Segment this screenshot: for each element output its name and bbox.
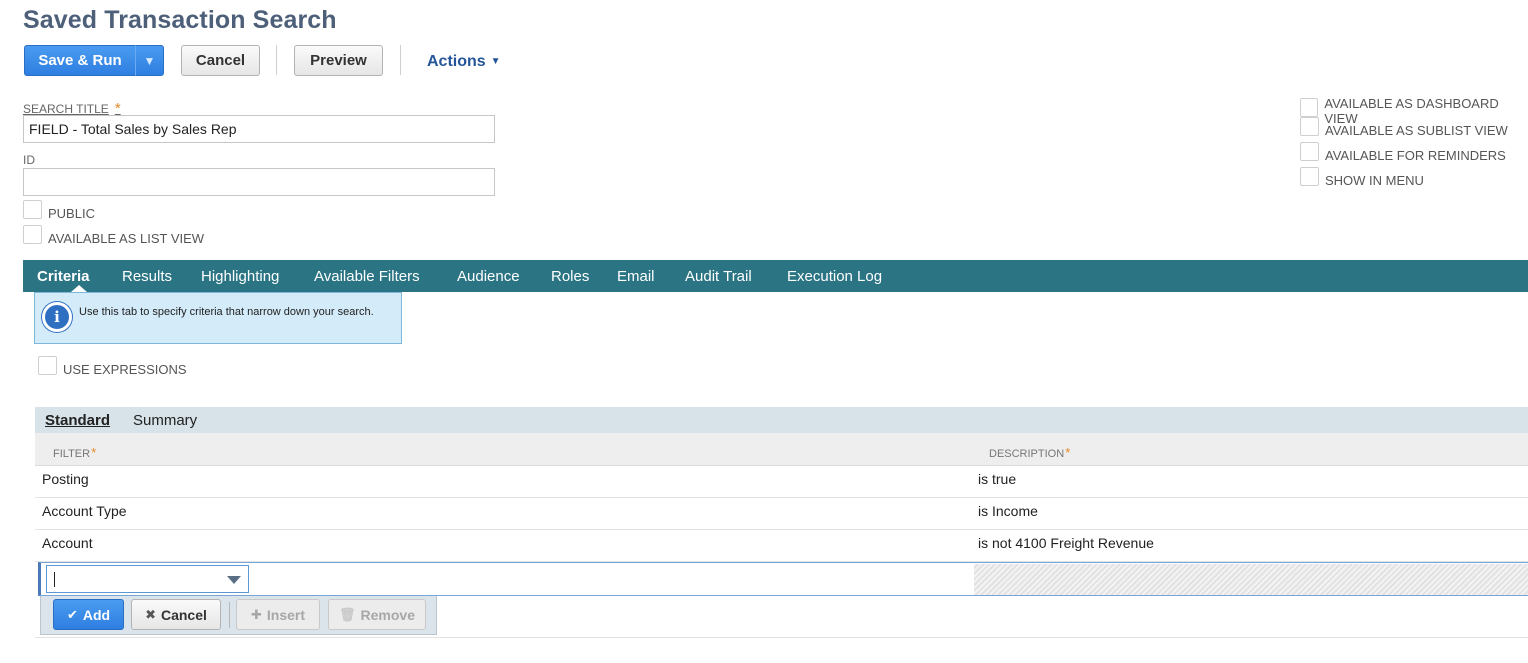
sublist-view-checkbox[interactable] — [1300, 117, 1319, 136]
id-input[interactable] — [23, 168, 495, 196]
caret-down-icon: ▼ — [490, 56, 501, 67]
toolbar-separator — [400, 45, 401, 75]
show-in-menu-checkbox[interactable] — [1300, 167, 1319, 186]
id-label: ID — [23, 153, 35, 167]
filter-column-header: FILTER* — [53, 445, 96, 460]
row-cancel-button[interactable]: ✖ Cancel — [131, 599, 221, 630]
tab-email[interactable]: Email — [617, 268, 655, 285]
checkmark-icon: ✔ — [66, 606, 78, 622]
tray-separator — [229, 602, 230, 628]
insert-button[interactable]: ✚ Insert — [236, 599, 320, 630]
reminders-checkbox-row[interactable]: AVAILABLE FOR REMINDERS — [1300, 142, 1506, 163]
description-column-header: DESCRIPTION* — [989, 445, 1070, 460]
tab-roles[interactable]: Roles — [551, 268, 589, 285]
filter-select[interactable] — [46, 565, 249, 593]
page-title: Saved Transaction Search — [23, 6, 337, 34]
plus-icon: ✚ — [250, 606, 262, 622]
public-label: PUBLIC — [48, 206, 95, 221]
tab-bar: Criteria Results Highlighting Available … — [23, 260, 1528, 292]
reminders-checkbox[interactable] — [1300, 142, 1319, 161]
insert-button-label: Insert — [266, 606, 306, 623]
show-in-menu-label: SHOW IN MENU — [1325, 173, 1424, 188]
dashboard-view-checkbox[interactable] — [1300, 97, 1319, 117]
actions-label: Actions — [427, 53, 486, 70]
text-cursor — [54, 572, 55, 587]
save-and-run-menu-button[interactable]: ▼ — [135, 45, 164, 76]
dropdown-arrow-icon[interactable] — [227, 576, 241, 584]
table-row[interactable]: Account Type is Income — [35, 498, 1528, 530]
remove-button[interactable]: 🗑 Remove — [328, 599, 426, 630]
toolbar-separator — [276, 45, 277, 75]
close-icon: ✖ — [145, 606, 156, 622]
search-title-label-text: SEARCH TITLE — [23, 102, 109, 116]
disabled-description-cell — [974, 564, 1528, 595]
tab-criteria[interactable]: Criteria — [37, 268, 90, 285]
preview-button[interactable]: Preview — [294, 45, 383, 76]
remove-button-label: Remove — [360, 606, 415, 623]
public-checkbox-row[interactable]: PUBLIC — [23, 200, 95, 221]
search-title-input[interactable] — [23, 115, 495, 143]
chevron-down-icon: ▼ — [143, 53, 156, 68]
criteria-grid: FILTER* DESCRIPTION* Posting is true Acc… — [35, 433, 1528, 562]
grid-bottom-border — [35, 637, 1528, 638]
tab-audit-trail[interactable]: Audit Trail — [685, 268, 752, 285]
reminders-label: AVAILABLE FOR REMINDERS — [1325, 148, 1506, 163]
use-expressions-label: USE EXPRESSIONS — [63, 362, 187, 377]
info-icon: i — [42, 302, 72, 332]
table-row[interactable]: Posting is true — [35, 466, 1528, 498]
filter-cell: Account — [42, 535, 93, 551]
tab-available-filters[interactable]: Available Filters — [314, 268, 420, 285]
add-button[interactable]: ✔ Add — [53, 599, 124, 630]
info-box: i Use this tab to specify criteria that … — [34, 292, 402, 344]
sublist-view-label: AVAILABLE AS SUBLIST VIEW — [1325, 123, 1508, 138]
description-cell: is Income — [978, 503, 1038, 519]
filter-cell: Account Type — [42, 503, 127, 519]
trash-icon: 🗑 — [339, 606, 356, 622]
sublist-view-checkbox-row[interactable]: AVAILABLE AS SUBLIST VIEW — [1300, 117, 1508, 138]
description-cell: is true — [978, 471, 1017, 487]
save-and-run-button[interactable]: Save & Run — [24, 45, 135, 76]
tab-audience[interactable]: Audience — [457, 268, 520, 285]
row-button-tray: ✔ Add ✖ Cancel ✚ Insert 🗑 Remove — [40, 596, 437, 635]
actions-menu[interactable]: Actions ▼ — [427, 53, 501, 71]
active-tab-pointer — [71, 285, 87, 292]
subtab-summary[interactable]: Summary — [133, 412, 197, 429]
description-header-text: DESCRIPTION — [989, 448, 1065, 460]
tab-results[interactable]: Results — [122, 268, 172, 285]
subtab-standard[interactable]: Standard — [45, 412, 110, 429]
list-view-checkbox-row[interactable]: AVAILABLE AS LIST VIEW — [23, 225, 205, 246]
list-view-label: AVAILABLE AS LIST VIEW — [48, 231, 205, 246]
required-marker: * — [1065, 445, 1071, 460]
add-button-label: Add — [82, 606, 111, 623]
public-checkbox[interactable] — [23, 200, 42, 219]
tab-highlighting[interactable]: Highlighting — [201, 268, 279, 285]
filter-header-text: FILTER — [53, 448, 91, 460]
filter-cell: Posting — [42, 471, 89, 487]
show-in-menu-checkbox-row[interactable]: SHOW IN MENU — [1300, 167, 1424, 188]
use-expressions-checkbox-row[interactable]: USE EXPRESSIONS — [38, 356, 187, 377]
new-filter-row — [38, 562, 1528, 596]
list-view-checkbox[interactable] — [23, 225, 42, 244]
cancel-button[interactable]: Cancel — [181, 45, 260, 76]
cancel-button-label: Cancel — [160, 606, 207, 623]
required-marker: * — [91, 445, 97, 460]
subtab-bar: Standard Summary — [35, 407, 1528, 433]
use-expressions-checkbox[interactable] — [38, 356, 57, 375]
info-text: Use this tab to specify criteria that na… — [79, 306, 374, 318]
tab-execution-log[interactable]: Execution Log — [787, 268, 882, 285]
description-cell: is not 4100 Freight Revenue — [978, 535, 1154, 551]
grid-header: FILTER* DESCRIPTION* — [35, 433, 1528, 466]
table-row[interactable]: Account is not 4100 Freight Revenue — [35, 530, 1528, 562]
